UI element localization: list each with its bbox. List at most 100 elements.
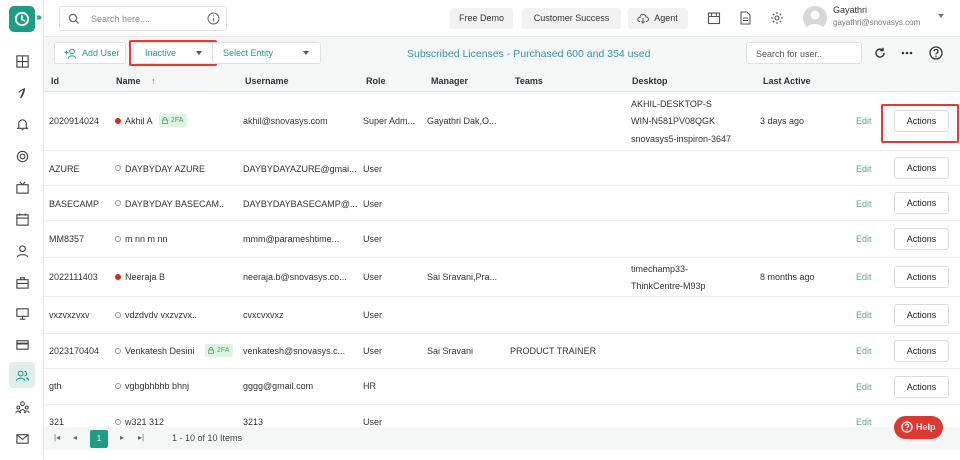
first-page-icon[interactable]: |◂ (54, 433, 60, 442)
top-bar: Search here.... Free Demo Customer Succe… (44, 0, 960, 37)
add-user-label: Add User (82, 48, 120, 58)
billing-card-icon[interactable] (9, 331, 35, 357)
status-dot (115, 118, 121, 124)
customer-success-button[interactable]: Customer Success (522, 8, 621, 29)
edit-link[interactable]: Edit (856, 310, 872, 320)
cell-name[interactable]: vgbgbhbhb bhnj (125, 381, 189, 391)
table-row[interactable]: AZURE DAYBYDAY AZURE DAYBYDAYAZURE@gmai.… (44, 151, 960, 186)
column-header-manager[interactable]: Manager (431, 76, 468, 86)
column-header-id[interactable]: Id (51, 76, 59, 86)
cell-name[interactable]: DAYBYDAY AZURE (125, 164, 205, 174)
cell-manager: Gayathri Dak,O... (427, 116, 497, 126)
dashboard-icon[interactable] (9, 48, 35, 74)
document-icon[interactable] (739, 11, 752, 25)
edit-link[interactable]: Edit (856, 164, 872, 174)
mail-icon[interactable] (9, 425, 35, 451)
column-header-desktop[interactable]: Desktop (632, 76, 668, 86)
edit-link[interactable]: Edit (856, 234, 872, 244)
cell-role: User (363, 346, 383, 356)
table-row[interactable]: BASECAMP DAYBYDAY BASECAM.. DAYBYDAYBASE… (44, 186, 960, 221)
global-search-input[interactable]: Search here.... (59, 6, 227, 31)
column-header-username[interactable]: Username (245, 76, 289, 86)
app-logo-icon[interactable] (9, 6, 35, 32)
user-name[interactable]: Gayathri (833, 5, 867, 15)
cell-desktop-line-2: ThinkCentre-M93p (631, 281, 706, 291)
cell-name[interactable]: m nn m nn (125, 234, 168, 244)
column-header-last-active[interactable]: Last Active (763, 76, 811, 86)
cell-id: MM8357 (49, 234, 85, 244)
notifications-bell-icon[interactable] (9, 111, 35, 137)
free-demo-button[interactable]: Free Demo (450, 8, 513, 29)
users-toolbar: Add User Inactive Select Entity Subscrib… (44, 37, 960, 69)
cell-name[interactable]: vdzdvdv vxzvzvx.. (125, 310, 197, 320)
edit-link[interactable]: Edit (856, 272, 872, 282)
table-row[interactable]: 2022111403 Neeraja B neeraja.b@snovasys.… (44, 258, 960, 297)
store-icon[interactable] (707, 11, 721, 25)
team-icon[interactable] (9, 394, 35, 420)
last-page-icon[interactable]: ▸| (138, 433, 144, 442)
edit-link[interactable]: Edit (856, 417, 872, 427)
table-row[interactable]: gth vgbgbhbhb bhnj gggg@gmail.com HR Edi… (44, 369, 960, 405)
table-row[interactable]: MM8357 m nn m nn mmm@parameshtime... Use… (44, 221, 960, 258)
user-icon[interactable] (9, 238, 35, 264)
column-header-role[interactable]: Role (366, 76, 386, 86)
cell-name[interactable]: Akhil A (125, 116, 153, 126)
settings-gear-icon[interactable] (770, 11, 784, 25)
briefcase-icon[interactable] (9, 269, 35, 295)
table-row[interactable]: 2023170404 Venkatesh Desini 2FA venkates… (44, 334, 960, 369)
expand-sidebar-icon[interactable]: ››› (36, 12, 42, 23)
actions-button[interactable]: Actions (894, 304, 949, 326)
actions-button[interactable]: Actions (894, 376, 949, 398)
column-header-teams[interactable]: Teams (515, 76, 543, 86)
agent-label: Agent (654, 13, 678, 23)
table-row[interactable]: vxzvxzvxv vdzdvdv vxzvzvx.. cvxcvxvxz Us… (44, 297, 960, 334)
two-factor-badge: 2FA (159, 114, 187, 127)
cell-role: User (363, 234, 383, 244)
refresh-icon[interactable] (874, 47, 886, 59)
cell-name[interactable]: Venkatesh Desini (125, 346, 195, 356)
cell-username: mmm@parameshtime... (243, 234, 340, 244)
user-search-input[interactable]: Search for user.. (746, 42, 862, 64)
cell-username: neeraja.b@snovasys.co... (243, 272, 347, 282)
previous-page-icon[interactable]: ◂ (73, 433, 77, 442)
edit-link[interactable]: Edit (856, 199, 872, 209)
add-user-button[interactable]: Add User (54, 42, 126, 64)
cell-desktop-line-1: timechamp33- (631, 264, 689, 274)
user-avatar[interactable] (803, 6, 827, 30)
table-row[interactable]: 2020914024 Akhil A 2FA akhil@snovasys.co… (44, 92, 960, 151)
cell-last-active: 3 days ago (760, 116, 805, 126)
monitor-icon[interactable] (9, 300, 35, 326)
help-button[interactable]: Help (894, 416, 943, 439)
cell-name[interactable]: Neeraja B (125, 272, 165, 282)
next-page-icon[interactable]: ▸ (120, 433, 124, 442)
cell-name[interactable]: w321 312 (125, 417, 164, 427)
actions-button[interactable]: Actions (894, 228, 949, 250)
current-page-button[interactable]: 1 (90, 430, 108, 448)
sort-ascending-icon[interactable]: ↑ (151, 76, 156, 86)
info-icon[interactable] (207, 12, 220, 25)
help-circle-icon[interactable] (929, 46, 943, 60)
users-management-icon[interactable] (9, 362, 35, 388)
column-header-name[interactable]: Name (116, 76, 141, 86)
calendar-icon[interactable] (9, 206, 35, 232)
target-icon[interactable] (9, 143, 35, 169)
chevron-down-icon[interactable] (938, 14, 944, 18)
actions-button[interactable]: Actions (894, 192, 949, 214)
tv-icon[interactable] (9, 174, 35, 200)
agent-button[interactable]: Agent (628, 8, 688, 29)
actions-button[interactable]: Actions (894, 157, 949, 179)
edit-link[interactable]: Edit (856, 382, 872, 392)
two-factor-badge: 2FA (205, 344, 233, 357)
cell-username: DAYBYDAYBASECAMP@... (243, 199, 357, 209)
more-options-icon[interactable] (901, 51, 913, 55)
cell-role: User (363, 417, 383, 427)
edit-link[interactable]: Edit (856, 116, 872, 126)
activity-tracker-icon[interactable] (9, 80, 35, 106)
cell-name[interactable]: DAYBYDAY BASECAM.. (125, 199, 225, 209)
edit-link[interactable]: Edit (856, 346, 872, 356)
chevron-down-icon (303, 51, 309, 55)
actions-button[interactable]: Actions (894, 266, 949, 288)
actions-button[interactable]: Actions (894, 340, 949, 362)
entity-filter-dropdown[interactable]: Select Entity (212, 42, 321, 64)
table-row[interactable]: 321 w321 312 3213 User Edit (44, 405, 960, 427)
